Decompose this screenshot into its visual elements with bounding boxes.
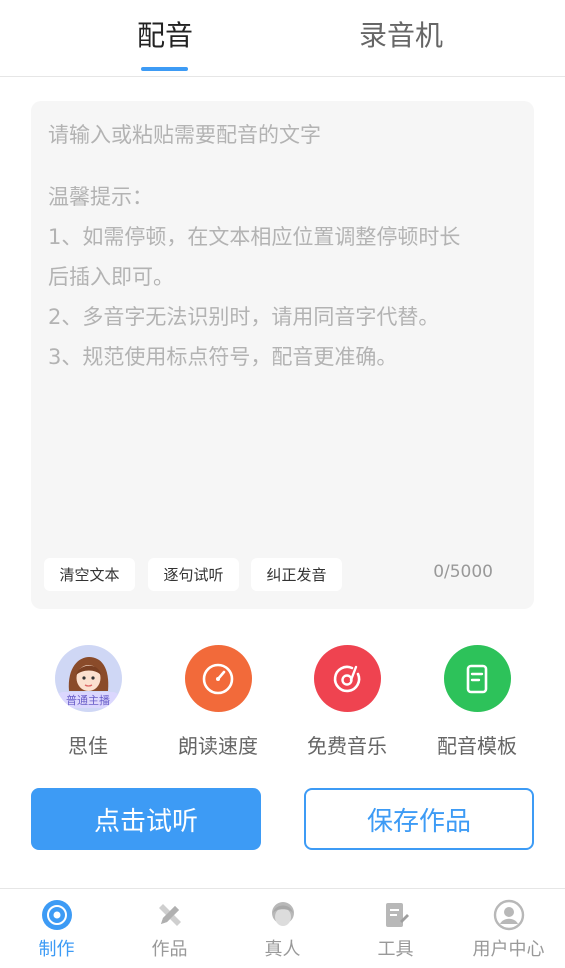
tab-dubbing[interactable]: 配音	[137, 14, 193, 54]
active-tab-indicator	[141, 67, 188, 71]
vinyl-icon	[41, 899, 73, 931]
user-icon	[493, 899, 525, 931]
tab-recorder[interactable]: 录音机	[359, 14, 443, 54]
nav-make-label: 制作	[38, 939, 75, 960]
voice-badge: 普通主播	[57, 692, 119, 708]
person-face-icon	[267, 899, 299, 931]
template-icon-circle[interactable]	[443, 645, 511, 712]
reading-speed-button[interactable]: 朗读速度	[163, 645, 273, 759]
listen-button[interactable]: 点击试听	[31, 788, 261, 850]
template-label: 配音模板	[437, 734, 517, 758]
free-music-button[interactable]: 免费音乐	[292, 645, 402, 759]
nav-works[interactable]: 作品	[113, 899, 226, 961]
music-label: 免费音乐	[307, 734, 387, 758]
nav-human-label: 真人	[264, 939, 301, 960]
pencil-ruler-icon	[154, 899, 186, 931]
voice-name: 思佳	[68, 734, 108, 758]
placeholder-title: 请输入或粘贴需要配音的文字	[48, 123, 321, 147]
dubbing-template-button[interactable]: 配音模板	[422, 645, 532, 759]
char-count: 0/5000	[433, 562, 493, 582]
tip-3: 3、规范使用标点符号，配音更准确。	[48, 345, 398, 369]
nav-user-label: 用户中心	[472, 939, 545, 960]
nav-tools[interactable]: 工具	[339, 899, 452, 961]
tip-2: 2、多音字无法识别时，请用同音字代替。	[48, 305, 440, 329]
text-editor[interactable]: 请输入或粘贴需要配音的文字 温馨提示： 1、如需停顿，在文本相应位置调整停顿时长…	[31, 101, 534, 609]
nav-user[interactable]: 用户中心	[452, 899, 565, 961]
music-disc-icon	[333, 665, 361, 692]
tip-1a: 1、如需停顿，在文本相应位置调整停顿时长	[48, 225, 461, 249]
nav-human[interactable]: 真人	[226, 899, 339, 961]
nav-works-label: 作品	[151, 939, 188, 960]
tip-title: 温馨提示：	[48, 185, 153, 209]
nav-tools-label: 工具	[377, 939, 414, 960]
speed-icon-circle[interactable]	[184, 645, 252, 712]
editor-placeholder: 请输入或粘贴需要配音的文字 温馨提示： 1、如需停顿，在文本相应位置调整停顿时长…	[48, 115, 518, 377]
sentence-listen-button[interactable]: 逐句试听	[148, 558, 239, 591]
top-tab-bar: 配音 录音机	[0, 0, 565, 77]
tools-document-icon	[380, 899, 412, 931]
voice-selector[interactable]: 普通主播 思佳	[33, 645, 143, 759]
avatar[interactable]: 普通主播	[54, 645, 122, 712]
music-icon-circle[interactable]	[313, 645, 381, 712]
clear-text-button[interactable]: 清空文本	[44, 558, 135, 591]
bottom-nav: 制作 作品 真人 工具 用户中心	[0, 888, 565, 968]
document-icon	[466, 664, 488, 693]
save-work-button[interactable]: 保存作品	[304, 788, 534, 850]
nav-make[interactable]: 制作	[0, 899, 113, 961]
tip-1b: 后插入即可。	[48, 265, 174, 289]
correct-pronunciation-button[interactable]: 纠正发音	[251, 558, 342, 591]
speed-label: 朗读速度	[178, 734, 258, 758]
speedometer-icon	[202, 663, 234, 694]
